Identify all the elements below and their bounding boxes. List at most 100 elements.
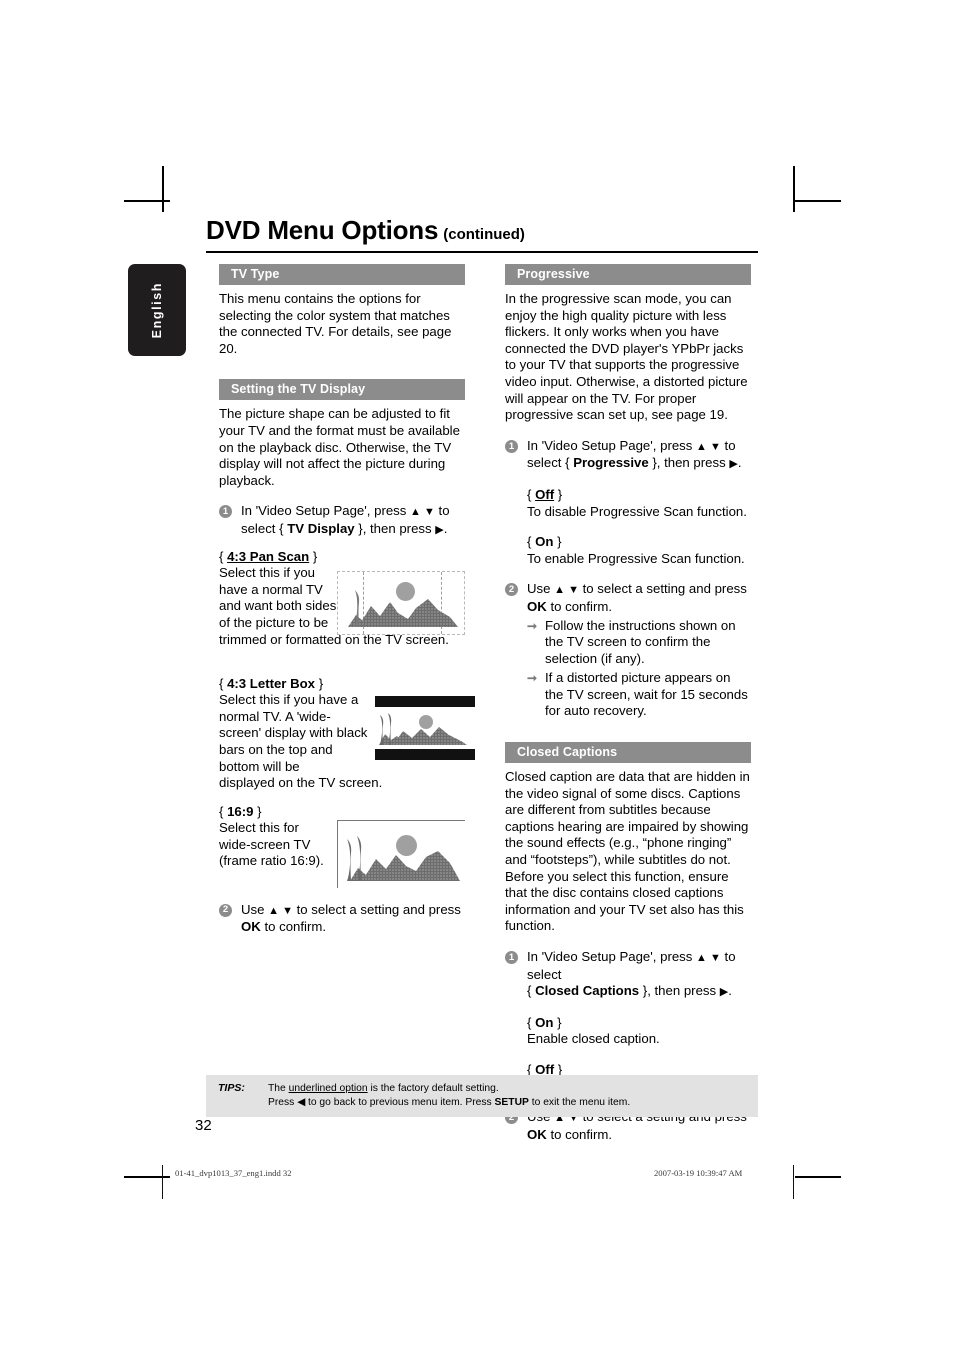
option-value-pan-scan: 4:3 Pan Scan bbox=[227, 548, 310, 564]
tips-box: TIPS: The underlined option is the facto… bbox=[206, 1075, 758, 1118]
option-16-9: { 16:9 } Select this for wide-screen TV … bbox=[219, 804, 465, 896]
section-bar-tv-type: TV Type bbox=[219, 264, 465, 285]
up-down-arrow-icon: ▲ ▼ bbox=[554, 584, 579, 597]
page-title: DVD Menu Options (continued) bbox=[206, 215, 758, 246]
page-title-main: DVD Menu Options bbox=[206, 215, 439, 245]
option-value-16-9: 16:9 bbox=[227, 803, 254, 819]
section-bar-setting-tv-display: Setting the TV Display bbox=[219, 379, 465, 401]
progressive-step-1: 1 In 'Video Setup Page', press ▲ ▼ to sel… bbox=[505, 438, 751, 473]
pstep2-pre: Use bbox=[527, 581, 555, 597]
step-number-badge: 2 bbox=[505, 583, 518, 597]
tv-letter-box-scene bbox=[375, 707, 475, 749]
step-number-badge: 1 bbox=[505, 439, 518, 453]
tv-display-step-2: 2 Use ▲ ▼ to select a setting and press O… bbox=[219, 902, 465, 936]
arrow-right-icon: ➞ bbox=[527, 618, 538, 633]
step-1-line2-post: }, then press bbox=[354, 520, 436, 536]
manual-page: DVD Menu Options (continued) English TV T… bbox=[128, 215, 828, 1215]
closed-captions-paragraph: Closed caption are data that are hidden … bbox=[505, 769, 750, 934]
title-divider bbox=[206, 251, 758, 253]
brace-close: } bbox=[553, 1014, 562, 1030]
ccstep1-pre: In 'Video Setup Page', press bbox=[527, 949, 697, 964]
sun-icon bbox=[396, 834, 417, 856]
progressive-bullet-1-text: Follow the instructions shown on the TV … bbox=[545, 617, 736, 666]
left-column: TV Type This menu contains the options f… bbox=[219, 264, 475, 936]
option-label-on: { On } bbox=[527, 534, 751, 551]
brace-open: { bbox=[527, 1014, 536, 1030]
step-2-line1-post: to select a setting and press bbox=[292, 901, 461, 917]
progressive-step-2: 2 Use ▲ ▼ to select a setting and press O… bbox=[505, 581, 751, 615]
letterbox-top-bar bbox=[375, 695, 475, 707]
option-value-off: Off bbox=[535, 486, 555, 502]
brace-close: } bbox=[553, 534, 562, 550]
brace-open: { bbox=[527, 534, 536, 550]
pstep2-post: to select a setting and press bbox=[578, 581, 747, 597]
option-label-16-9: { 16:9 } bbox=[219, 804, 465, 821]
progressive-option-off: { Off } To disable Progressive Scan func… bbox=[505, 487, 751, 520]
right-arrow-icon: ▶ bbox=[719, 986, 729, 999]
section-bar-closed-captions: Closed Captions bbox=[505, 742, 751, 764]
pstep1-pre: In 'Video Setup Page', press bbox=[527, 437, 697, 453]
option-desc-letter-box-full: displayed on the TV screen. bbox=[219, 775, 383, 791]
ok-button-label: OK bbox=[241, 919, 261, 935]
tips-line-1: The underlined option is the factory def… bbox=[268, 1082, 748, 1096]
step-2-line2-post: to confirm. bbox=[260, 919, 327, 935]
closed-captions-step-1: 1 In 'Video Setup Page', press ▲ ▼ to se… bbox=[505, 949, 751, 1001]
pstep1-l2end: . bbox=[737, 455, 742, 471]
tips-underlined-option: underlined option bbox=[288, 1083, 368, 1094]
footer-timestamp: 2007-03-19 10:39:47 AM bbox=[654, 1168, 743, 1178]
brace-close: } bbox=[315, 675, 324, 691]
progressive-option-on: { On } To enable Progressive Scan functi… bbox=[505, 534, 751, 567]
crop-mark-top-left-vertical bbox=[162, 166, 164, 212]
option-value-cc-on: On bbox=[535, 1014, 554, 1030]
step-number-badge: 1 bbox=[505, 951, 518, 964]
progressive-step-1-text: In 'Video Setup Page', press ▲ ▼ to selec… bbox=[527, 438, 751, 473]
tips-body: The underlined option is the factory def… bbox=[268, 1082, 748, 1109]
tv-type-paragraph: This menu contains the options for selec… bbox=[219, 291, 452, 356]
cc-step-1-text: In 'Video Setup Page', press ▲ ▼ to sele… bbox=[527, 949, 751, 1001]
section-bar-progressive: Progressive bbox=[505, 264, 751, 285]
ok-button-label: OK bbox=[527, 598, 547, 614]
step-number-badge: 1 bbox=[219, 505, 232, 519]
letterbox-bottom-bar bbox=[375, 748, 475, 760]
step-1-text: In 'Video Setup Page', press ▲ ▼ to selec… bbox=[241, 503, 465, 538]
menu-item-closed-captions: Closed Captions bbox=[535, 983, 640, 999]
tv-16-9-scene bbox=[338, 821, 465, 888]
progressive-bullet-2-text: If a distorted picture appears on the TV… bbox=[545, 670, 748, 719]
up-down-arrow-icon: ▲ ▼ bbox=[696, 952, 721, 964]
option-label-off: { Off } bbox=[527, 487, 751, 504]
ccstep1-l2pre: { bbox=[527, 983, 536, 999]
step-1-line1-pre: In 'Video Setup Page', press bbox=[241, 503, 411, 519]
footer-file-name: 01-41_dvp1013_37_eng1.indd 32 bbox=[175, 1168, 292, 1178]
menu-item-tv-display: TV Display bbox=[287, 520, 355, 536]
crop-mark-top-right-vertical bbox=[793, 166, 795, 212]
pstep1-l2post: }, then press bbox=[648, 455, 730, 471]
brace-close: } bbox=[309, 548, 318, 564]
tips-label: TIPS: bbox=[218, 1082, 245, 1094]
right-arrow-icon: ▶ bbox=[435, 523, 444, 536]
up-down-arrow-icon: ▲ ▼ bbox=[268, 904, 293, 917]
brace-open: { bbox=[219, 548, 228, 564]
progressive-bullet-1: ➞ Follow the instructions shown on the T… bbox=[527, 618, 751, 668]
option-desc-off: To disable Progressive Scan function. bbox=[527, 503, 747, 519]
sun-icon bbox=[419, 714, 433, 729]
ccstep2-l2post: to confirm. bbox=[546, 1126, 613, 1142]
brace-open: { bbox=[527, 486, 536, 502]
tv-display-step-1: 1 In 'Video Setup Page', press ▲ ▼ to sel… bbox=[219, 503, 465, 538]
option-desc-16-9: Select this for wide-screen TV (frame ra… bbox=[219, 820, 324, 869]
footer-rule-left bbox=[162, 1165, 163, 1199]
crop-mark-top-right-horizontal bbox=[795, 200, 841, 202]
page-title-continued: (continued) bbox=[443, 226, 525, 243]
setup-button-label: SETUP bbox=[494, 1096, 529, 1108]
footer-rule-right bbox=[793, 1165, 794, 1199]
option-desc-pan-scan: Select this if you have a normal TV and … bbox=[219, 565, 337, 630]
option-desc-letter-box: Select this if you have a normal TV. A '… bbox=[219, 692, 368, 774]
option-value-letter-box: 4:3 Letter Box bbox=[227, 675, 316, 691]
step-1-line2-end: . bbox=[443, 520, 448, 536]
left-arrow-icon: ◀ bbox=[297, 1096, 306, 1108]
page-number: 32 bbox=[195, 1117, 212, 1134]
brace-close: } bbox=[554, 486, 563, 502]
pstep2-l2post: to confirm. bbox=[546, 598, 613, 614]
option-4-3-letter-box: { 4:3 Letter Box } Select this if you ha… bbox=[219, 675, 475, 794]
step-2-line1-pre: Use bbox=[241, 901, 269, 917]
tv-16-9-figure bbox=[337, 819, 465, 888]
